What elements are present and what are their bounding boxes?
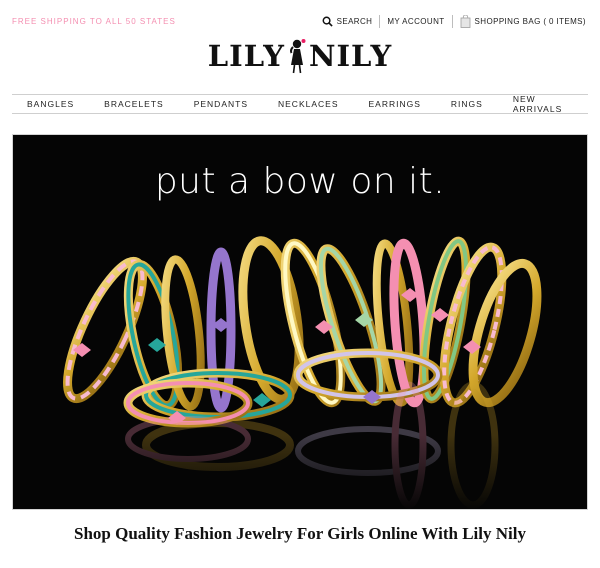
main-nav: BANGLES BRACELETS PENDANTS NECKLACES EAR… <box>12 94 588 114</box>
nav-item-necklaces[interactable]: NECKLACES <box>278 99 339 109</box>
page-tagline: Shop Quality Fashion Jewelry For Girls O… <box>74 524 526 543</box>
nav-item-pendants[interactable]: PENDANTS <box>194 99 248 109</box>
girl-silhouette-icon <box>289 39 306 74</box>
nav-item-rings[interactable]: RINGS <box>451 99 483 109</box>
shopping-bag-link[interactable]: SHOPPING BAG ( 0 ITEMS) <box>453 15 586 28</box>
nav-item-bangles[interactable]: BANGLES <box>27 99 74 109</box>
search-link[interactable]: SEARCH <box>315 16 380 27</box>
my-account-link[interactable]: MY ACCOUNT <box>380 17 451 26</box>
site-logo[interactable]: LILY NILY <box>0 38 600 78</box>
hero-banner[interactable]: put a bow on it. <box>12 134 588 510</box>
free-shipping-banner: FREE SHIPPING TO ALL 50 STATES <box>12 17 176 26</box>
nav-item-earrings[interactable]: EARRINGS <box>369 99 421 109</box>
shopping-bag-label: SHOPPING BAG ( 0 ITEMS) <box>474 17 586 26</box>
logo-text-right: NILY <box>308 39 393 73</box>
my-account-label: MY ACCOUNT <box>387 17 445 26</box>
nav-item-bracelets[interactable]: BRACELETS <box>104 99 164 109</box>
logo-text-left: LILY <box>207 39 285 73</box>
shopping-bag-icon <box>460 15 470 28</box>
utility-bar: SEARCH MY ACCOUNT SHOPPING BAG ( 0 ITEMS… <box>315 15 586 28</box>
nav-item-new-arrivals[interactable]: NEW ARRIVALS <box>513 94 573 114</box>
hero-headline: put a bow on it. <box>154 161 446 202</box>
search-icon <box>322 16 333 27</box>
search-label: SEARCH <box>336 17 373 26</box>
